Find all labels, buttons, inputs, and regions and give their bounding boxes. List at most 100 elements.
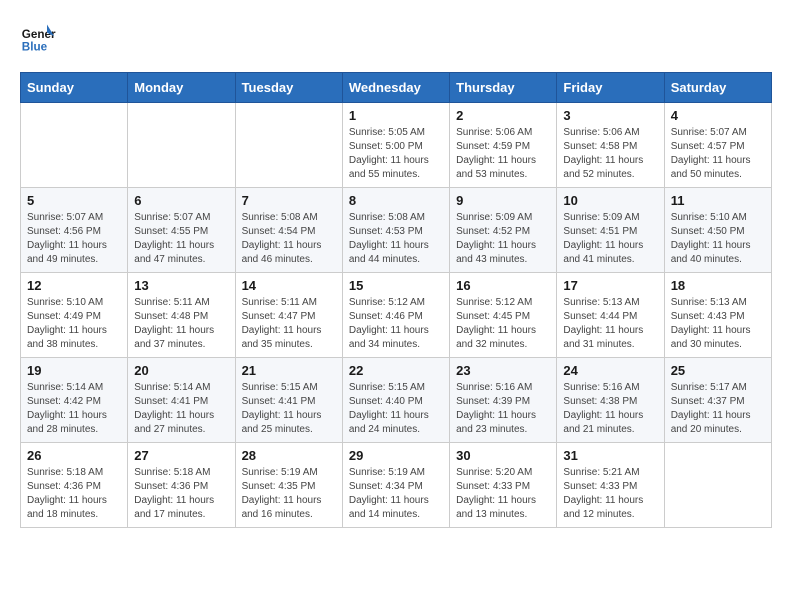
day-number: 28 bbox=[242, 448, 336, 463]
calendar-cell bbox=[235, 103, 342, 188]
day-number: 14 bbox=[242, 278, 336, 293]
day-number: 20 bbox=[134, 363, 228, 378]
day-info: Sunrise: 5:11 AMSunset: 4:47 PMDaylight:… bbox=[242, 296, 336, 352]
day-number: 29 bbox=[349, 448, 443, 463]
day-info: Sunrise: 5:07 AMSunset: 4:55 PMDaylight:… bbox=[134, 211, 228, 267]
weekday-header-monday: Monday bbox=[128, 73, 235, 103]
day-number: 8 bbox=[349, 193, 443, 208]
calendar-cell: 10 Sunrise: 5:09 AMSunset: 4:51 PMDayligh… bbox=[557, 188, 664, 273]
day-number: 22 bbox=[349, 363, 443, 378]
day-info: Sunrise: 5:15 AMSunset: 4:40 PMDaylight:… bbox=[349, 381, 443, 437]
calendar-cell bbox=[664, 443, 771, 528]
calendar-week-5: 26 Sunrise: 5:18 AMSunset: 4:36 PMDayligh… bbox=[21, 443, 772, 528]
calendar-cell: 18 Sunrise: 5:13 AMSunset: 4:43 PMDayligh… bbox=[664, 273, 771, 358]
calendar-cell: 1 Sunrise: 5:05 AMSunset: 5:00 PMDaylight… bbox=[342, 103, 449, 188]
day-info: Sunrise: 5:09 AMSunset: 4:51 PMDaylight:… bbox=[563, 211, 657, 267]
day-number: 7 bbox=[242, 193, 336, 208]
day-number: 9 bbox=[456, 193, 550, 208]
calendar-cell: 28 Sunrise: 5:19 AMSunset: 4:35 PMDayligh… bbox=[235, 443, 342, 528]
calendar-cell: 8 Sunrise: 5:08 AMSunset: 4:53 PMDaylight… bbox=[342, 188, 449, 273]
calendar-cell: 25 Sunrise: 5:17 AMSunset: 4:37 PMDayligh… bbox=[664, 358, 771, 443]
weekday-header-thursday: Thursday bbox=[450, 73, 557, 103]
day-info: Sunrise: 5:11 AMSunset: 4:48 PMDaylight:… bbox=[134, 296, 228, 352]
day-info: Sunrise: 5:13 AMSunset: 4:44 PMDaylight:… bbox=[563, 296, 657, 352]
calendar-cell: 24 Sunrise: 5:16 AMSunset: 4:38 PMDayligh… bbox=[557, 358, 664, 443]
day-number: 24 bbox=[563, 363, 657, 378]
day-info: Sunrise: 5:14 AMSunset: 4:42 PMDaylight:… bbox=[27, 381, 121, 437]
day-number: 10 bbox=[563, 193, 657, 208]
calendar-cell: 5 Sunrise: 5:07 AMSunset: 4:56 PMDaylight… bbox=[21, 188, 128, 273]
day-number: 12 bbox=[27, 278, 121, 293]
weekday-header-friday: Friday bbox=[557, 73, 664, 103]
page-header: General Blue bbox=[20, 20, 772, 56]
day-number: 17 bbox=[563, 278, 657, 293]
calendar-cell: 12 Sunrise: 5:10 AMSunset: 4:49 PMDayligh… bbox=[21, 273, 128, 358]
calendar-cell: 20 Sunrise: 5:14 AMSunset: 4:41 PMDayligh… bbox=[128, 358, 235, 443]
weekday-header-saturday: Saturday bbox=[664, 73, 771, 103]
day-info: Sunrise: 5:16 AMSunset: 4:38 PMDaylight:… bbox=[563, 381, 657, 437]
logo: General Blue bbox=[20, 20, 60, 56]
day-info: Sunrise: 5:10 AMSunset: 4:49 PMDaylight:… bbox=[27, 296, 121, 352]
day-info: Sunrise: 5:07 AMSunset: 4:56 PMDaylight:… bbox=[27, 211, 121, 267]
calendar-cell: 23 Sunrise: 5:16 AMSunset: 4:39 PMDayligh… bbox=[450, 358, 557, 443]
day-info: Sunrise: 5:07 AMSunset: 4:57 PMDaylight:… bbox=[671, 126, 765, 182]
calendar-cell: 2 Sunrise: 5:06 AMSunset: 4:59 PMDaylight… bbox=[450, 103, 557, 188]
day-info: Sunrise: 5:19 AMSunset: 4:35 PMDaylight:… bbox=[242, 466, 336, 522]
day-info: Sunrise: 5:06 AMSunset: 4:58 PMDaylight:… bbox=[563, 126, 657, 182]
day-number: 4 bbox=[671, 108, 765, 123]
calendar-cell: 26 Sunrise: 5:18 AMSunset: 4:36 PMDayligh… bbox=[21, 443, 128, 528]
calendar-cell bbox=[128, 103, 235, 188]
day-info: Sunrise: 5:12 AMSunset: 4:46 PMDaylight:… bbox=[349, 296, 443, 352]
calendar-cell: 21Sunrise: 5:15 AMSunset: 4:41 PMDayligh… bbox=[235, 358, 342, 443]
day-number: 5 bbox=[27, 193, 121, 208]
calendar-cell: 11Sunrise: 5:10 AMSunset: 4:50 PMDayligh… bbox=[664, 188, 771, 273]
calendar-cell: 16Sunrise: 5:12 AMSunset: 4:45 PMDayligh… bbox=[450, 273, 557, 358]
weekday-header-tuesday: Tuesday bbox=[235, 73, 342, 103]
day-number: 31 bbox=[563, 448, 657, 463]
day-info: Sunrise: 5:18 AMSunset: 4:36 PMDaylight:… bbox=[134, 466, 228, 522]
day-number: 26 bbox=[27, 448, 121, 463]
calendar-cell: 19Sunrise: 5:14 AMSunset: 4:42 PMDayligh… bbox=[21, 358, 128, 443]
weekday-header-wednesday: Wednesday bbox=[342, 73, 449, 103]
calendar-cell bbox=[21, 103, 128, 188]
calendar-cell: 3Sunrise: 5:06 AMSunset: 4:58 PMDaylight… bbox=[557, 103, 664, 188]
day-info: Sunrise: 5:14 AMSunset: 4:41 PMDaylight:… bbox=[134, 381, 228, 437]
day-info: Sunrise: 5:13 AMSunset: 4:43 PMDaylight:… bbox=[671, 296, 765, 352]
calendar-cell: 4 Sunrise: 5:07 AMSunset: 4:57 PMDaylight… bbox=[664, 103, 771, 188]
calendar-cell: 31Sunrise: 5:21 AMSunset: 4:33 PMDayligh… bbox=[557, 443, 664, 528]
day-number: 25 bbox=[671, 363, 765, 378]
day-info: Sunrise: 5:08 AMSunset: 4:53 PMDaylight:… bbox=[349, 211, 443, 267]
calendar-week-1: 1 Sunrise: 5:05 AMSunset: 5:00 PMDaylight… bbox=[21, 103, 772, 188]
calendar-cell: 22 Sunrise: 5:15 AMSunset: 4:40 PMDayligh… bbox=[342, 358, 449, 443]
day-info: Sunrise: 5:17 AMSunset: 4:37 PMDaylight:… bbox=[671, 381, 765, 437]
calendar-cell: 14 Sunrise: 5:11 AMSunset: 4:47 PMDayligh… bbox=[235, 273, 342, 358]
day-number: 1 bbox=[349, 108, 443, 123]
calendar-week-2: 5 Sunrise: 5:07 AMSunset: 4:56 PMDaylight… bbox=[21, 188, 772, 273]
day-number: 23 bbox=[456, 363, 550, 378]
calendar-cell: 30Sunrise: 5:20 AMSunset: 4:33 PMDayligh… bbox=[450, 443, 557, 528]
day-number: 15 bbox=[349, 278, 443, 293]
calendar-cell: 27Sunrise: 5:18 AMSunset: 4:36 PMDayligh… bbox=[128, 443, 235, 528]
day-info: Sunrise: 5:20 AMSunset: 4:33 PMDaylight:… bbox=[456, 466, 550, 522]
day-info: Sunrise: 5:06 AMSunset: 4:59 PMDaylight:… bbox=[456, 126, 550, 182]
calendar-cell: 9 Sunrise: 5:09 AMSunset: 4:52 PMDaylight… bbox=[450, 188, 557, 273]
day-number: 18 bbox=[671, 278, 765, 293]
day-info: Sunrise: 5:09 AMSunset: 4:52 PMDaylight:… bbox=[456, 211, 550, 267]
day-number: 2 bbox=[456, 108, 550, 123]
weekday-header-row: SundayMondayTuesdayWednesdayThursdayFrid… bbox=[21, 73, 772, 103]
day-info: Sunrise: 5:19 AMSunset: 4:34 PMDaylight:… bbox=[349, 466, 443, 522]
day-number: 13 bbox=[134, 278, 228, 293]
calendar-cell: 17 Sunrise: 5:13 AMSunset: 4:44 PMDayligh… bbox=[557, 273, 664, 358]
day-info: Sunrise: 5:16 AMSunset: 4:39 PMDaylight:… bbox=[456, 381, 550, 437]
day-info: Sunrise: 5:05 AMSunset: 5:00 PMDaylight:… bbox=[349, 126, 443, 182]
calendar-cell: 13 Sunrise: 5:11 AMSunset: 4:48 PMDayligh… bbox=[128, 273, 235, 358]
logo-icon: General Blue bbox=[20, 20, 56, 56]
calendar-cell: 6 Sunrise: 5:07 AMSunset: 4:55 PMDaylight… bbox=[128, 188, 235, 273]
day-info: Sunrise: 5:12 AMSunset: 4:45 PMDaylight:… bbox=[456, 296, 550, 352]
calendar-cell: 29 Sunrise: 5:19 AMSunset: 4:34 PMDayligh… bbox=[342, 443, 449, 528]
calendar-cell: 15 Sunrise: 5:12 AMSunset: 4:46 PMDayligh… bbox=[342, 273, 449, 358]
day-number: 6 bbox=[134, 193, 228, 208]
svg-text:Blue: Blue bbox=[22, 41, 48, 54]
calendar-week-4: 19Sunrise: 5:14 AMSunset: 4:42 PMDayligh… bbox=[21, 358, 772, 443]
day-info: Sunrise: 5:18 AMSunset: 4:36 PMDaylight:… bbox=[27, 466, 121, 522]
